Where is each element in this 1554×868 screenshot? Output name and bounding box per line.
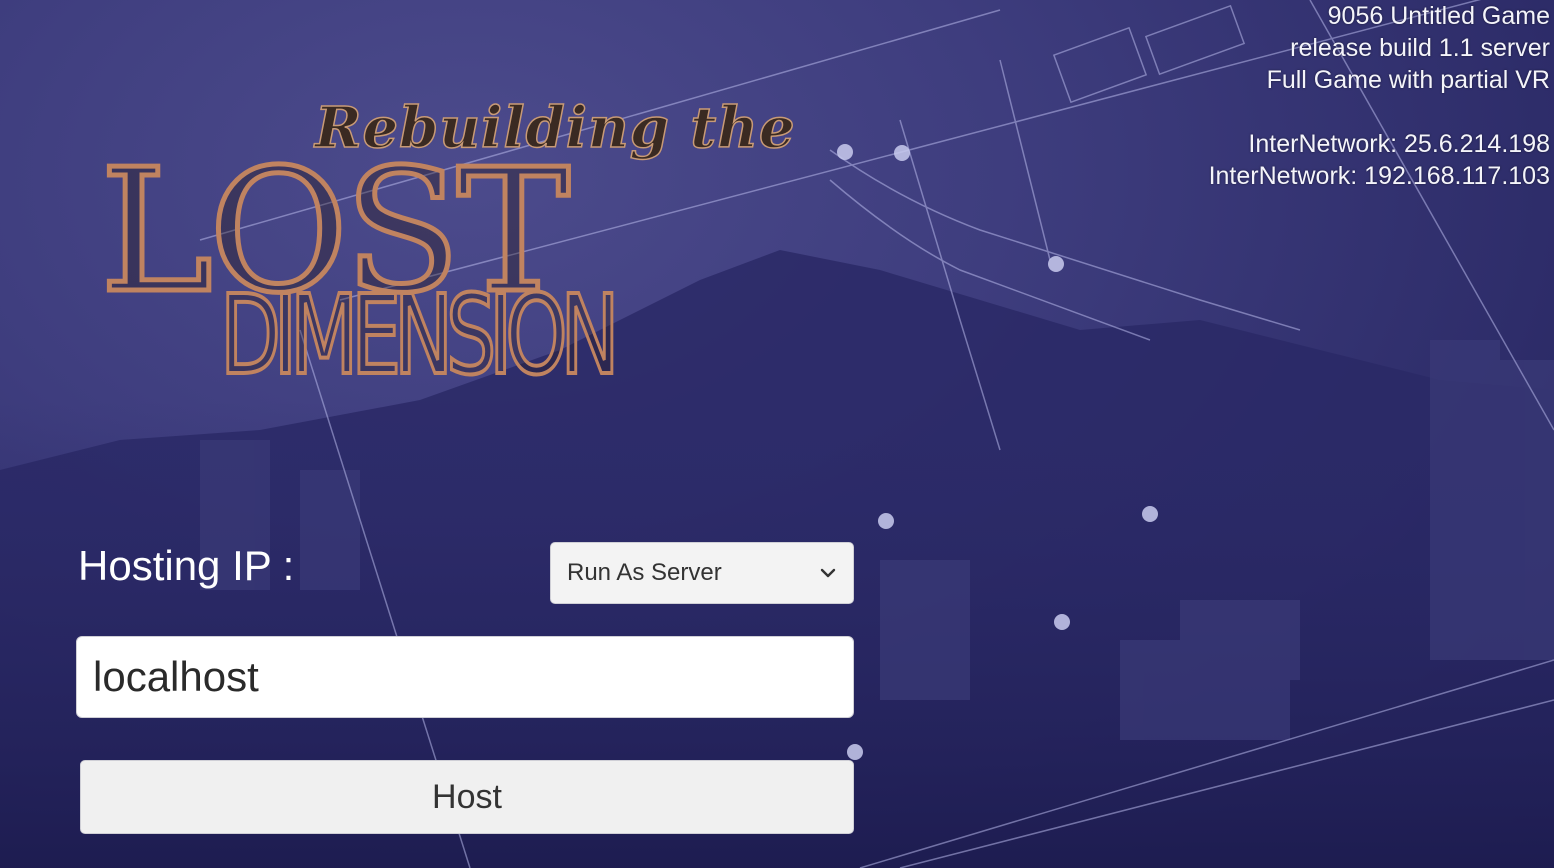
main-menu-screen: 9056 Untitled Game release build 1.1 ser… [0, 0, 1554, 868]
chevron-down-icon [820, 568, 836, 578]
run-mode-selected-value: Run As Server [567, 559, 722, 586]
host-button[interactable]: Host [80, 760, 854, 834]
network-address-2: InterNetwork: 192.168.117.103 [1208, 162, 1550, 190]
game-title: 9056 Untitled Game [1327, 2, 1550, 30]
game-logo: Rebuilding the LOST DIMENSION [97, 85, 795, 415]
edition-label: Full Game with partial VR [1266, 66, 1550, 94]
hosting-ip-label: Hosting IP : [78, 542, 295, 589]
logo-dimension-text: DIMENSION [219, 271, 621, 399]
hosting-ip-input[interactable] [76, 636, 854, 718]
run-mode-dropdown[interactable]: Run As Server [550, 542, 854, 604]
network-address-1: InterNetwork: 25.6.214.198 [1248, 130, 1550, 158]
build-info-panel: 9056 Untitled Game release build 1.1 ser… [1209, 0, 1550, 192]
build-version: release build 1.1 server [1290, 34, 1550, 62]
